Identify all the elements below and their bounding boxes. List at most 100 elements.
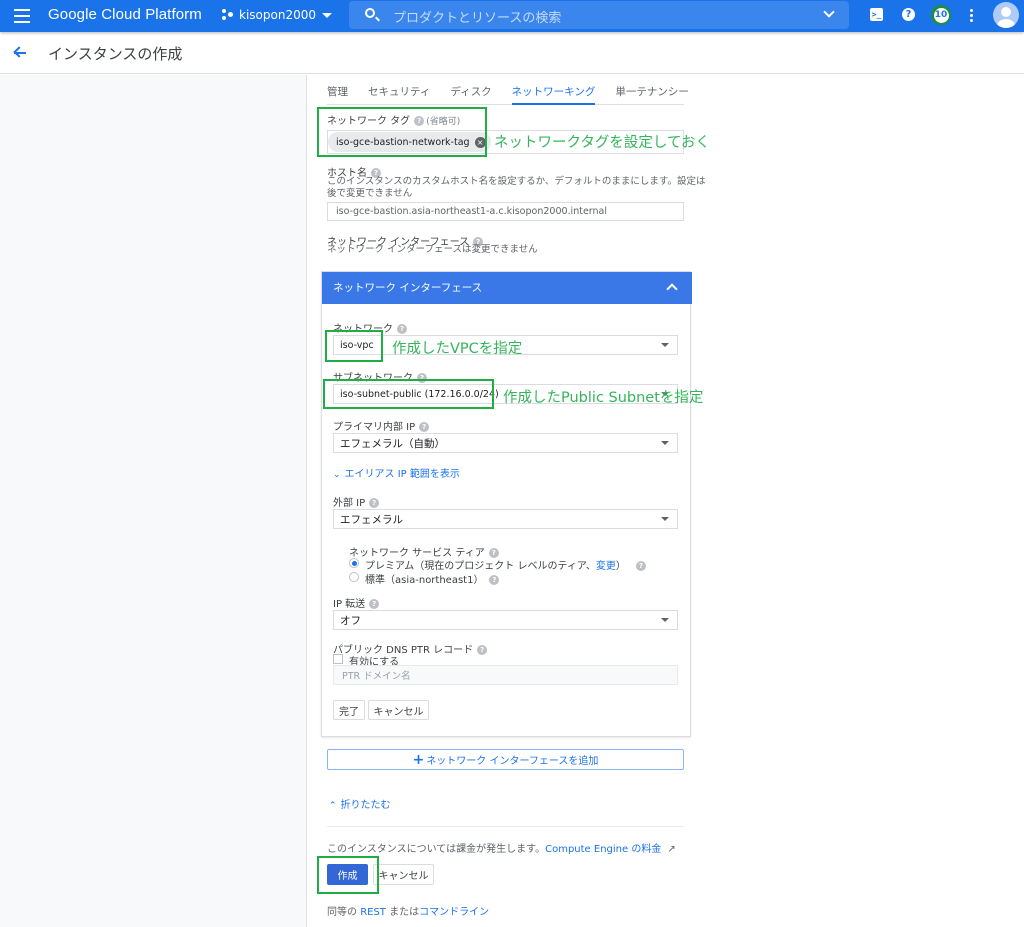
hostname-input[interactable]: iso-gce-bastion.asia-northeast1-a.c.kiso… — [327, 202, 684, 221]
standard-tier-radio[interactable] — [349, 572, 359, 582]
help-icon[interactable]: ? — [419, 422, 430, 432]
project-name: kisopon2000 — [239, 8, 316, 22]
help-icon[interactable]: ? — [369, 498, 380, 508]
network-tag-chip-label: iso-gce-bastion-network-tag — [336, 136, 470, 148]
ip-forwarding-select[interactable]: オフ — [333, 610, 678, 630]
subnetwork-value: iso-subnet-public (172.16.0.0/24) — [340, 388, 499, 400]
panel-cancel-button[interactable]: キャンセル — [368, 700, 429, 720]
standard-tier-text: 標準（asia-northeast1） — [365, 575, 484, 586]
optional-label: (省略可) — [426, 117, 461, 127]
equivalent-middle: または — [389, 907, 420, 918]
done-button[interactable]: 完了 — [333, 700, 365, 720]
help-icon[interactable]: ? — [489, 575, 500, 585]
project-icon — [222, 9, 234, 21]
collapse-link[interactable]: ⌃ 折りたたむ — [329, 796, 391, 811]
avatar-icon[interactable] — [993, 2, 1019, 28]
search-input[interactable]: プロダクトとリソースの検索 — [349, 1, 849, 29]
search-icon — [365, 8, 375, 18]
ip-forwarding-label-text: IP 転送 — [333, 599, 366, 610]
collapse-link-text: 折りたたむ — [340, 800, 391, 811]
command-line-link[interactable]: コマンドライン — [419, 907, 489, 918]
chevron-down-icon[interactable] — [823, 6, 835, 18]
divider — [327, 826, 684, 827]
tab-networking[interactable]: ネットワーキング — [511, 83, 596, 105]
add-network-interface-label: ネットワーク インターフェースを追加 — [426, 756, 599, 767]
annotation-vpc-note: 作成したVPCを指定 — [392, 341, 523, 357]
tab-security[interactable]: セキュリティ — [368, 83, 430, 104]
tab-management[interactable]: 管理 — [327, 83, 348, 104]
chevron-up-icon[interactable] — [666, 283, 678, 295]
dropdown-arrow-icon — [661, 517, 669, 521]
main-content: 管理 セキュリティ ディスク ネットワーキング 単一テナンシー ネットワーク タ… — [308, 75, 1024, 927]
premium-tier-label: プレミアム（現在のプロジェクト レベルのティア、変更）? — [365, 557, 646, 572]
subnetwork-label: サブネットワーク? — [333, 369, 427, 384]
page-title: インスタンスの作成 — [48, 45, 183, 63]
ip-forwarding-value: オフ — [340, 614, 361, 627]
network-value: iso-vpc — [340, 339, 374, 351]
primary-ip-value: エフェメラル（自動） — [340, 437, 445, 450]
primary-ip-label-text: プライマリ内部 IP — [333, 422, 416, 433]
alias-ip-link-text: エイリアス IP 範囲を表示 — [344, 469, 460, 480]
dropdown-arrow-icon — [661, 343, 669, 347]
top-app-bar: Google Cloud Platform kisopon2000 プロダクトと… — [0, 0, 1024, 32]
left-pane — [0, 75, 307, 927]
rest-link[interactable]: REST — [360, 907, 386, 918]
help-icon[interactable]: ? — [635, 561, 646, 571]
chip-remove-icon[interactable]: × — [474, 136, 486, 148]
project-selector[interactable]: kisopon2000 — [222, 8, 332, 22]
external-ip-label: 外部 IP? — [333, 494, 380, 509]
caret-down-icon — [321, 12, 332, 18]
annotation-subnet-note: 作成したPublic Subnetを指定 — [503, 390, 704, 406]
notifications-icon[interactable]: 10 — [931, 5, 951, 25]
premium-tier-suffix: ） — [615, 561, 626, 572]
network-label: ネットワーク? — [333, 320, 407, 335]
help-icon[interactable]: ? — [369, 599, 380, 609]
cancel-button[interactable]: キャンセル — [373, 864, 434, 885]
primary-ip-select[interactable]: エフェメラル（自動） — [333, 433, 678, 453]
network-interface-panel-header[interactable]: ネットワーク インターフェース — [322, 272, 692, 304]
help-icon[interactable]: ? — [902, 8, 915, 21]
tab-sole-tenancy[interactable]: 単一テナンシー — [615, 83, 689, 104]
network-tags-label: ネットワーク タグ? (省略可) — [327, 112, 460, 127]
pricing-link[interactable]: Compute Engine の料金 — [545, 844, 661, 855]
back-arrow-icon[interactable] — [12, 45, 28, 61]
help-icon[interactable]: ? — [417, 373, 427, 383]
menu-icon[interactable] — [14, 9, 30, 23]
network-label-text: ネットワーク — [333, 324, 393, 335]
tab-disks[interactable]: ディスク — [450, 83, 491, 104]
external-link-icon: ↗ — [667, 844, 676, 855]
double-chevron-up-icon: ⌃ — [329, 801, 337, 811]
dns-ptr-checkbox[interactable] — [333, 654, 343, 664]
add-network-interface-button[interactable]: + ネットワーク インターフェースを追加 — [327, 749, 684, 770]
premium-tier-radio[interactable] — [349, 558, 359, 568]
billing-text: このインスタンスについては課金が発生します。 — [327, 844, 546, 855]
cloud-shell-icon[interactable]: >_ — [870, 8, 883, 21]
hostname-placeholder: iso-gce-bastion.asia-northeast1-a.c.kiso… — [336, 206, 608, 217]
tab-bar: 管理 セキュリティ ディスク ネットワーキング 単一テナンシー — [327, 83, 689, 105]
equivalent-prefix: 同等の — [327, 907, 357, 918]
primary-ip-label: プライマリ内部 IP? — [333, 418, 430, 433]
ptr-domain-input[interactable]: PTR ドメイン名 — [333, 665, 678, 685]
alias-ip-link[interactable]: ⌄ エイリアス IP 範囲を表示 — [333, 465, 460, 480]
double-chevron-down-icon: ⌄ — [333, 470, 341, 480]
change-tier-link[interactable]: 変更 — [596, 561, 616, 572]
help-icon[interactable]: ? — [397, 324, 407, 334]
subnetwork-label-text: サブネットワーク — [333, 373, 413, 384]
network-interfaces-description: ネットワーク インターフェースは変更できません — [327, 244, 538, 255]
help-icon[interactable]: ? — [414, 116, 425, 126]
external-ip-label-text: 外部 IP — [333, 498, 366, 509]
create-button[interactable]: 作成 — [327, 864, 368, 885]
network-tags-label-text: ネットワーク タグ — [327, 116, 411, 127]
standard-tier-label: 標準（asia-northeast1）? — [365, 571, 500, 586]
external-ip-select[interactable]: エフェメラル — [333, 509, 678, 529]
search-placeholder: プロダクトとリソースの検索 — [393, 11, 562, 26]
billing-notice: このインスタンスについては課金が発生します。Compute Engine の料金… — [327, 840, 676, 855]
notifications-count: 10 — [933, 7, 949, 23]
brand-title[interactable]: Google Cloud Platform — [48, 6, 202, 23]
page-header: インスタンスの作成 — [0, 32, 1024, 74]
annotation-tag-note: ネットワークタグを設定しておく — [494, 135, 711, 151]
more-vert-icon[interactable] — [970, 9, 974, 24]
dropdown-arrow-icon — [661, 441, 669, 445]
ptr-domain-placeholder: PTR ドメイン名 — [342, 671, 411, 682]
help-icon[interactable]: ? — [477, 645, 488, 655]
